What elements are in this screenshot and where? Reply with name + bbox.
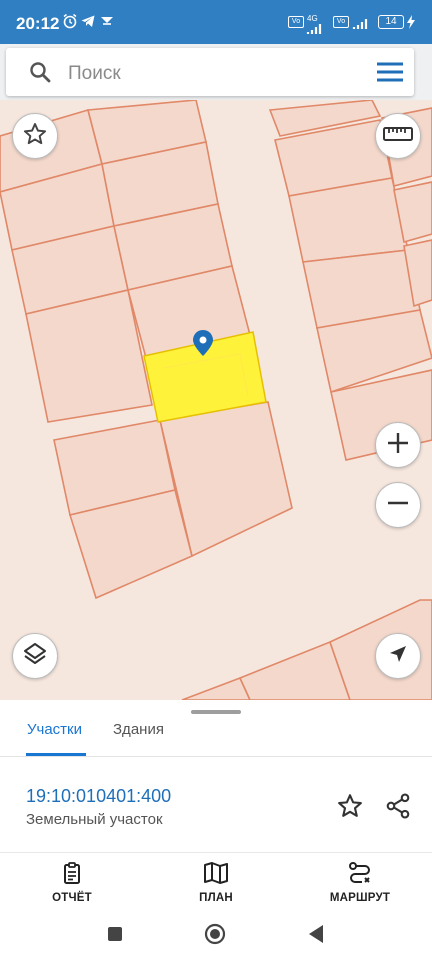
star-outline-icon [22, 121, 48, 152]
bottom-sheet: Участки Здания 19:10:010401:400 Земельны… [0, 700, 432, 855]
system-navigation-bar [0, 910, 432, 960]
layers-button[interactable] [12, 633, 58, 679]
parcel-type: Земельный участок [26, 811, 163, 828]
divider [0, 852, 432, 853]
favorite-star-icon[interactable] [336, 792, 364, 825]
recents-button[interactable] [107, 926, 123, 947]
menu-icon[interactable] [376, 61, 404, 88]
ruler-button[interactable] [375, 113, 421, 159]
map-plan-icon [203, 862, 229, 889]
back-button[interactable] [307, 924, 325, 949]
nav-report[interactable]: ОТЧЁТ [17, 861, 127, 904]
cadastral-map[interactable] [0, 100, 432, 700]
status-time: 20:12 [16, 14, 60, 33]
cadastral-number[interactable]: 19:10:010401:400 [26, 786, 171, 807]
signal-icon [306, 22, 324, 38]
charging-icon [406, 14, 416, 33]
volte-icon-2: Vo [333, 16, 349, 28]
nav-plan-label: ПЛАН [199, 892, 233, 904]
search-bar: Поиск [0, 44, 432, 100]
tab-buildings[interactable]: Здания [113, 721, 164, 757]
nav-route[interactable]: МАРШРУТ [305, 861, 415, 904]
signal-icon-2 [352, 17, 370, 33]
volte-icon: Vo [288, 16, 304, 28]
report-icon [60, 862, 84, 889]
minus-icon [385, 490, 411, 521]
telegram-icon [80, 13, 96, 32]
my-location-button[interactable] [375, 633, 421, 679]
ruler-icon [383, 126, 413, 147]
parcel [181, 676, 251, 700]
tab-parcels[interactable]: Участки [27, 721, 82, 757]
search-icon[interactable] [29, 61, 51, 88]
share-icon[interactable] [384, 792, 412, 825]
route-icon [347, 862, 373, 889]
bottom-navigation: ОТЧЁТ ПЛАН МАРШРУТ [0, 855, 432, 910]
nav-route-label: МАРШРУТ [329, 892, 391, 904]
search-box[interactable]: Поиск [6, 48, 414, 96]
sheet-drag-handle[interactable] [191, 710, 241, 714]
alarm-icon [62, 13, 78, 32]
status-bar: 20:12 Vo 4G Vo 14 [0, 0, 432, 44]
favorite-star-button[interactable] [12, 113, 58, 159]
notification-icon [99, 13, 115, 32]
home-button[interactable] [204, 923, 226, 950]
zoom-in-button[interactable] [375, 422, 421, 468]
nav-report-label: ОТЧЁТ [52, 892, 92, 904]
search-input[interactable]: Поиск [68, 63, 121, 85]
battery-level: 14 [378, 15, 404, 29]
map-view[interactable] [0, 100, 432, 700]
navigation-arrow-icon [387, 643, 409, 670]
divider [0, 756, 432, 757]
layers-icon [21, 640, 49, 673]
zoom-out-button[interactable] [375, 482, 421, 528]
nav-plan[interactable]: ПЛАН [161, 861, 271, 904]
plus-icon [385, 430, 411, 461]
